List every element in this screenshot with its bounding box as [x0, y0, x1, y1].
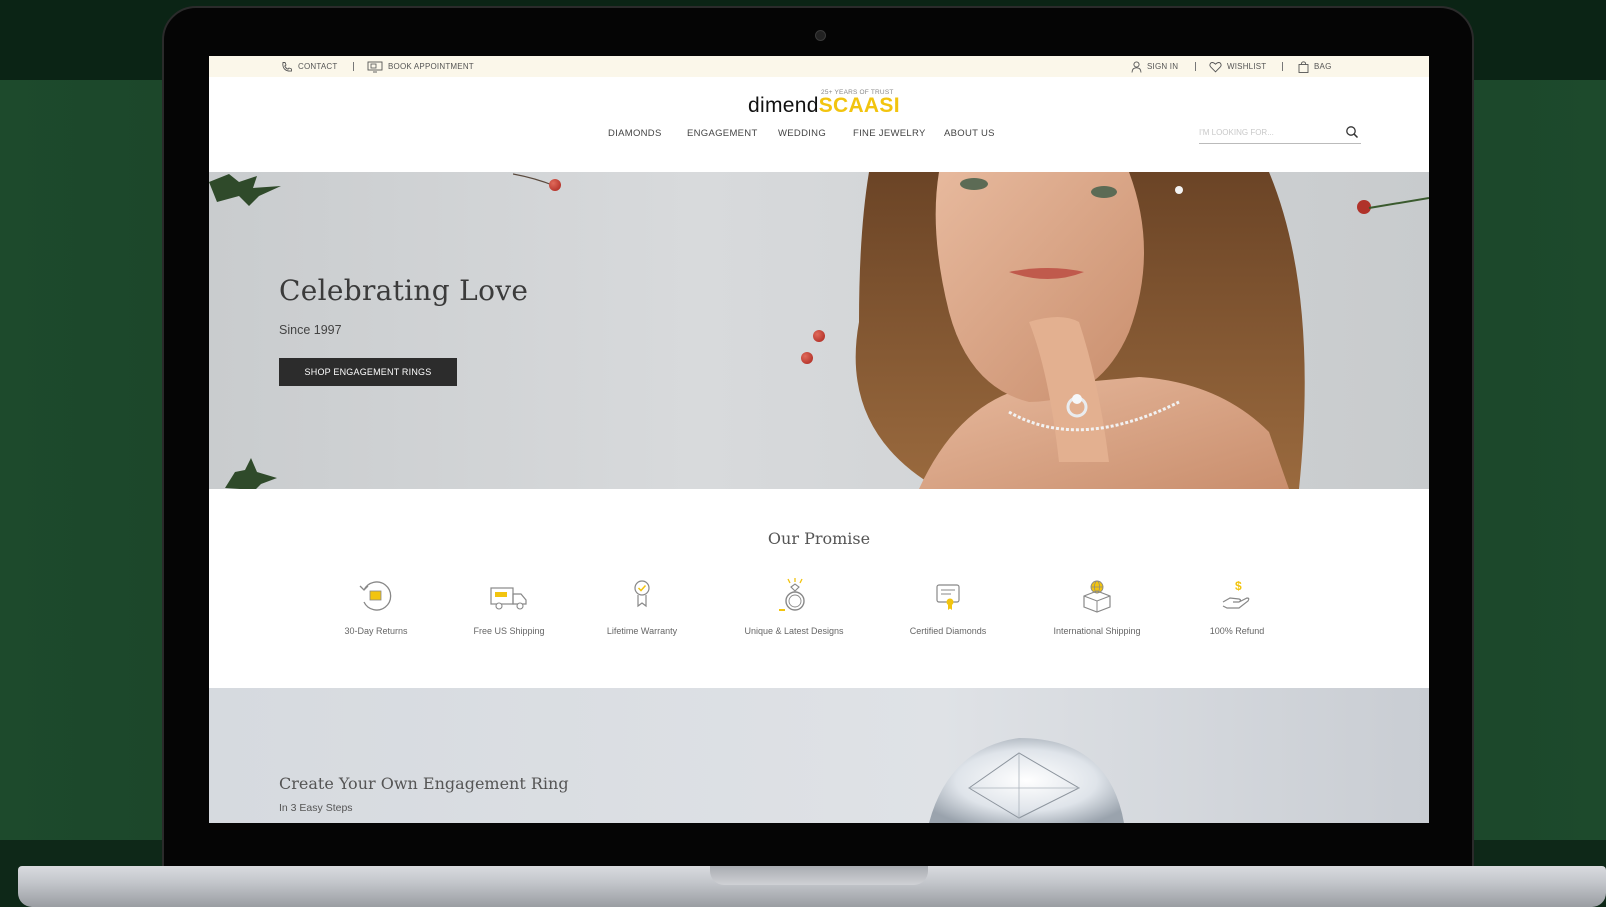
holly-leaf-icon — [225, 458, 277, 489]
promise-item-designs: Unique & Latest Designs — [729, 576, 859, 636]
nav-diamonds[interactable]: DIAMONDS — [608, 128, 662, 142]
promise-section-title: Our Promise — [767, 529, 871, 548]
promise-label: Free US Shipping — [473, 626, 545, 636]
wishlist-label: WISHLIST — [1227, 62, 1267, 71]
nav-engagement[interactable]: ENGAGEMENT — [687, 128, 758, 142]
hero-title: Celebrating Love — [279, 274, 529, 307]
ring-icon — [779, 578, 805, 611]
refund-hand-icon: $ — [1222, 579, 1250, 609]
wishlist-link[interactable]: WISHLIST — [1209, 56, 1266, 77]
laptop-notch — [710, 866, 928, 885]
promise-item-international: International Shipping — [1032, 576, 1162, 636]
logo-wordmark: dimendSCAASI — [748, 94, 900, 118]
search-input[interactable] — [1199, 124, 1339, 140]
divider — [1195, 62, 1196, 71]
promise-item-free-shipping: Free US Shipping — [444, 576, 574, 636]
webcam-icon — [815, 30, 826, 41]
promise-label: 30-Day Returns — [344, 626, 408, 636]
create-section-title: Create Your Own Engagement Ring — [279, 774, 569, 793]
contact-link[interactable]: CONTACT — [281, 56, 337, 77]
website-screen: CONTACT BOOK APPOINTMENT SIGN IN WISHLIS… — [209, 56, 1429, 823]
bag-label: BAG — [1314, 62, 1332, 71]
hero-subtitle: Since 1997 — [279, 323, 342, 337]
nav-about-us[interactable]: ABOUT US — [944, 128, 995, 142]
user-icon — [1131, 60, 1142, 73]
sign-in-label: SIGN IN — [1147, 62, 1179, 71]
sign-in-link[interactable]: SIGN IN — [1131, 56, 1178, 77]
promise-item-warranty: Lifetime Warranty — [577, 576, 707, 636]
search-icon[interactable] — [1345, 125, 1359, 139]
hero-model-photo — [855, 172, 1429, 489]
globe-box-icon — [1083, 580, 1111, 613]
berry-icon — [549, 179, 561, 191]
phone-icon — [281, 61, 293, 73]
book-appointment-label: BOOK APPOINTMENT — [388, 62, 474, 71]
promise-label: International Shipping — [1053, 626, 1141, 636]
nav-wedding[interactable]: WEDDING — [778, 128, 826, 142]
nav-fine-jewelry[interactable]: FINE JEWELRY — [853, 128, 926, 142]
promise-item-refund: $ 100% Refund — [1172, 576, 1302, 636]
promise-label: Unique & Latest Designs — [744, 626, 844, 636]
create-ring-section: Create Your Own Engagement Ring In 3 Eas… — [209, 688, 1429, 823]
divider — [1282, 62, 1283, 71]
promise-label: 100% Refund — [1209, 626, 1265, 636]
promise-item-returns: 30-Day Returns — [311, 576, 441, 636]
top-utility-bar: CONTACT BOOK APPOINTMENT SIGN IN WISHLIS… — [209, 56, 1429, 77]
promise-label: Certified Diamonds — [909, 626, 987, 636]
diamond-ring-image — [929, 738, 1124, 823]
bag-link[interactable]: BAG — [1298, 56, 1332, 77]
contact-label: CONTACT — [298, 62, 338, 71]
hero-banner: Celebrating Love Since 1997 SHOP ENGAGEM… — [209, 172, 1429, 489]
logo-word-scaasi: SCAASI — [818, 94, 900, 117]
divider — [353, 62, 354, 71]
search-box — [1199, 122, 1361, 144]
book-appointment-link[interactable]: BOOK APPOINTMENT — [367, 56, 474, 77]
promise-label: Lifetime Warranty — [606, 626, 678, 636]
promise-item-certified: Certified Diamonds — [883, 576, 1013, 636]
warranty-badge-icon — [634, 580, 650, 608]
holly-leaf-icon — [209, 174, 281, 206]
svg-text:$: $ — [1235, 579, 1242, 593]
heart-icon — [1209, 61, 1222, 73]
returns-icon — [359, 581, 392, 611]
certificate-icon — [936, 584, 960, 610]
monitor-calendar-icon — [367, 61, 383, 73]
create-section-subtitle: In 3 Easy Steps — [279, 802, 353, 814]
shopping-bag-icon — [1298, 60, 1309, 73]
logo-word-dimend: dimend — [748, 94, 819, 117]
shipping-truck-icon — [490, 587, 527, 610]
shop-engagement-rings-button[interactable]: SHOP ENGAGEMENT RINGS — [279, 358, 457, 386]
